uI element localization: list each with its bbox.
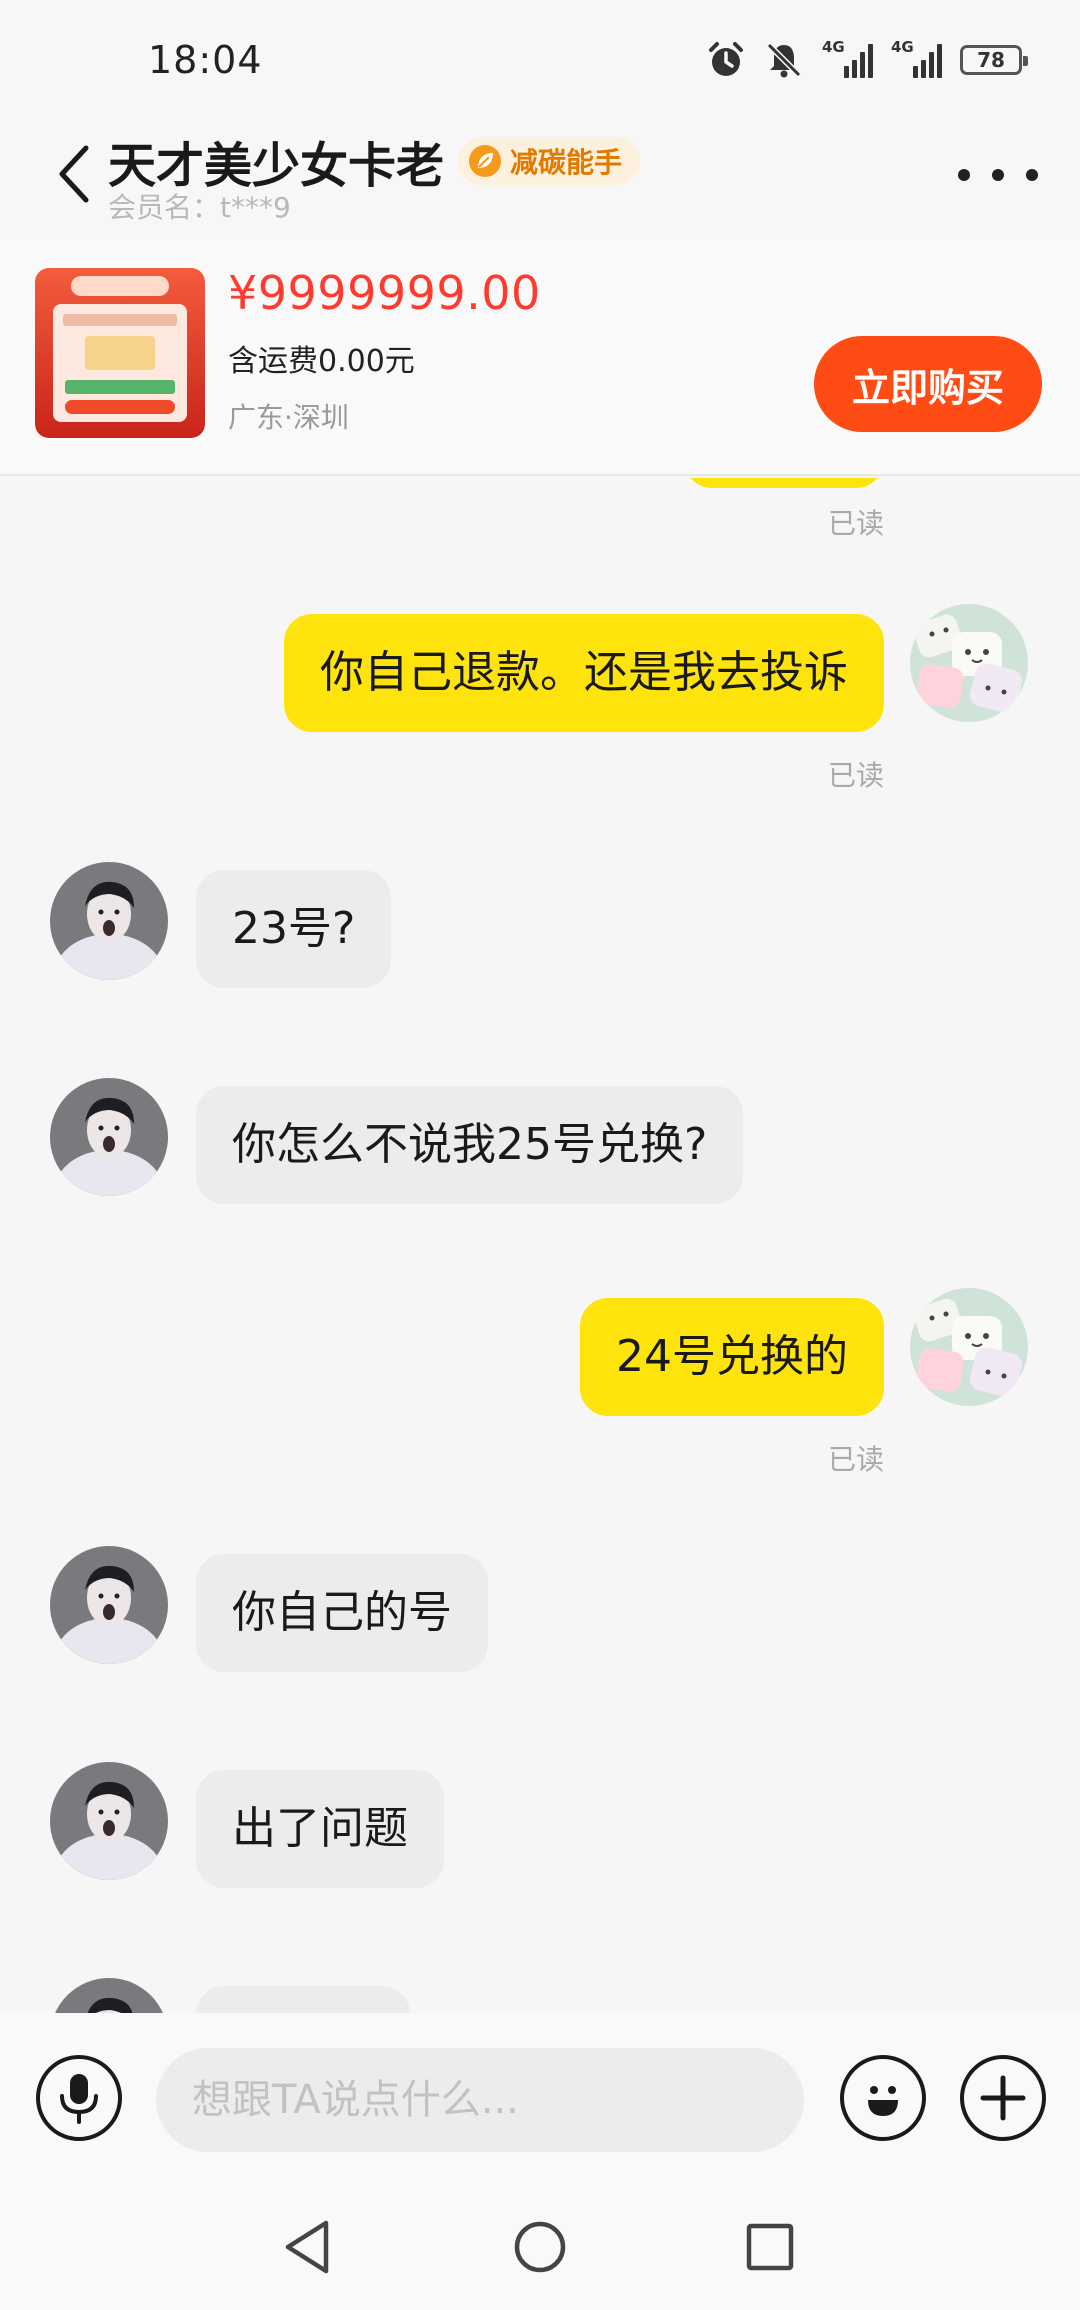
network-label: 4G: [891, 38, 914, 56]
status-time: 18:04: [148, 38, 263, 82]
message-list[interactable]: 已读 你自己退款。还是我去投诉 已读 23号? 你怎么不说我25号兑换? 24号…: [0, 478, 1080, 2013]
message-bubble[interactable]: [684, 478, 884, 488]
chat-screen: 18:04 4G 4G 78 天才美少女卡老 减碳能手 会员名：t***9 ¥9…: [0, 0, 1080, 2310]
read-status: 已读: [827, 507, 884, 540]
nav-recents-button[interactable]: [732, 2209, 808, 2285]
seller-location: 广东·深圳: [228, 401, 349, 434]
read-status: 已读: [827, 759, 884, 792]
nav-home-icon: [514, 2221, 566, 2273]
product-image: [35, 268, 205, 438]
network-label: 4G: [822, 38, 845, 56]
mute-bell-icon: [766, 42, 802, 78]
battery-level: 78: [977, 48, 1005, 72]
plus-icon: [980, 2075, 1026, 2121]
message-bubble[interactable]: 23号?: [196, 870, 392, 988]
product-thumbnail[interactable]: [35, 268, 205, 438]
nav-back-icon: [285, 2220, 329, 2274]
more-button[interactable]: [958, 150, 1038, 200]
microphone-icon: [60, 2074, 98, 2124]
signal-icon: 4G: [822, 38, 873, 78]
alarm-icon: [709, 42, 743, 76]
message-bubble[interactable]: 出了问题: [196, 1770, 444, 1888]
signal-icon: 4G: [891, 38, 942, 78]
nav-back-button[interactable]: [270, 2209, 346, 2285]
emoji-icon: [868, 2086, 898, 2116]
nav-recents-icon: [746, 2223, 794, 2271]
avatar-other[interactable]: [50, 1978, 168, 2013]
product-price: ¥9999999.00: [228, 266, 541, 320]
nav-home-button[interactable]: [502, 2209, 578, 2285]
avatar-other[interactable]: [50, 1762, 168, 1880]
message-bubble[interactable]: 24号兑换的: [580, 1298, 884, 1416]
badge-label: 减碳能手: [510, 146, 623, 179]
voice-button[interactable]: [36, 2055, 122, 2141]
shipping-info: 含运费0.00元: [228, 344, 415, 379]
message-input[interactable]: [156, 2048, 804, 2152]
back-button[interactable]: [44, 134, 104, 214]
more-icon: [958, 169, 970, 181]
system-nav-bar: [0, 2183, 1080, 2310]
avatar-self[interactable]: [910, 604, 1028, 722]
avatar-other[interactable]: [50, 1546, 168, 1664]
back-arrow-icon: [59, 145, 89, 203]
message-bubble[interactable]: [196, 1986, 410, 2013]
avatar-other[interactable]: [50, 862, 168, 980]
battery-icon: 78: [960, 45, 1028, 75]
leaf-icon: [469, 145, 502, 177]
member-name: 会员名：t***9: [108, 191, 291, 224]
avatar-self[interactable]: [910, 1288, 1028, 1406]
message-bubble[interactable]: 你怎么不说我25号兑换?: [196, 1086, 744, 1204]
product-card[interactable]: ¥9999999.00 含运费0.00元 广东·深圳 立即购买: [0, 240, 1080, 476]
message-bubble[interactable]: 你自己退款。还是我去投诉: [284, 614, 884, 732]
status-icons: 4G 4G 78: [706, 38, 1028, 80]
carbon-badge[interactable]: 减碳能手: [458, 137, 641, 185]
input-bar: [0, 2013, 1080, 2183]
buy-now-button[interactable]: 立即购买: [814, 336, 1042, 432]
read-status: 已读: [827, 1443, 884, 1476]
message-bubble[interactable]: 你自己的号: [196, 1554, 488, 1672]
chat-header: 天才美少女卡老 减碳能手 会员名：t***9: [0, 120, 1080, 240]
avatar-other[interactable]: [50, 1078, 168, 1196]
emoji-button[interactable]: [840, 2055, 926, 2141]
status-bar: 18:04 4G 4G 78: [0, 0, 1080, 120]
plus-button[interactable]: [960, 2055, 1046, 2141]
